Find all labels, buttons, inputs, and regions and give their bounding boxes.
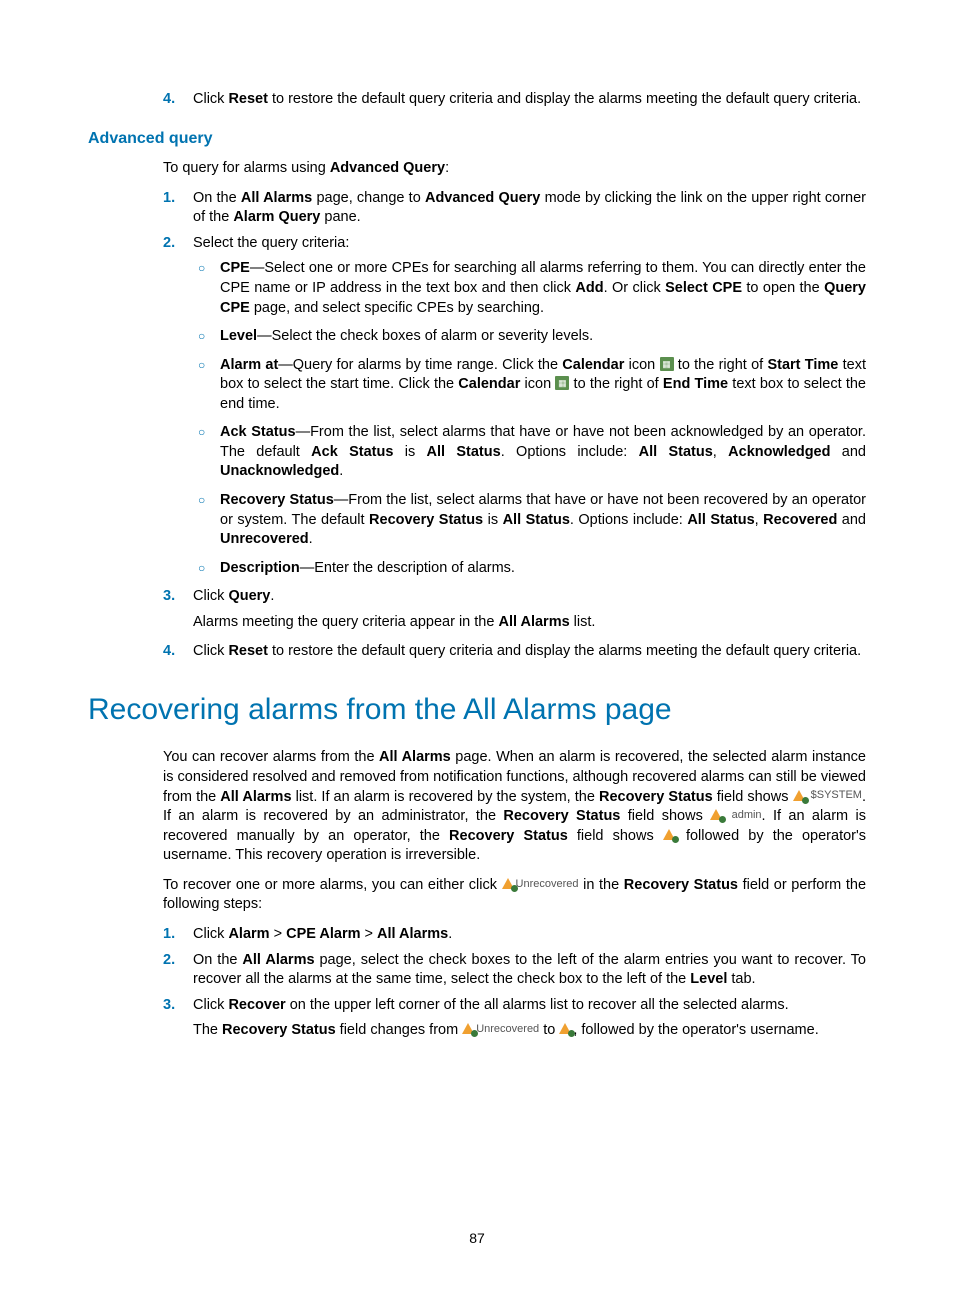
advq-step-3-note: Alarms meeting the query criteria appear…: [193, 613, 866, 633]
bullet-icon: ○: [198, 259, 220, 318]
calendar-icon: ▦: [555, 376, 569, 390]
heading-recovering-alarms: Recovering alarms from the All Alarms pa…: [88, 690, 866, 731]
recov-step-3-note: The Recovery Status field changes from U…: [193, 1021, 866, 1041]
bullet-icon: ○: [198, 559, 220, 579]
bullet-icon: ○: [198, 327, 220, 347]
list-number: 4.: [163, 90, 193, 110]
alarm-recovered-icon: [793, 790, 807, 802]
heading-advanced-query: Advanced query: [88, 128, 866, 150]
page-number: 87: [0, 1229, 954, 1248]
advq-step-2: 2. Select the query criteria:: [163, 234, 866, 254]
recov-step-1: 1. Click Alarm > CPE Alarm > All Alarms.: [163, 925, 866, 945]
advq-step-4: 4. Click Reset to restore the default qu…: [163, 642, 866, 662]
alarm-recovered-icon: [663, 829, 677, 841]
bullet-icon: ○: [198, 423, 220, 482]
criteria-cpe: ○ CPE—Select one or more CPEs for search…: [198, 259, 866, 318]
criteria-alarm-at: ○ Alarm at—Query for alarms by time rang…: [198, 356, 866, 415]
advq-step-3: 3. Click Query.: [163, 587, 866, 607]
alarm-unrecovered-icon: [462, 1023, 476, 1035]
criteria-recovery-status: ○ Recovery Status—From the list, select …: [198, 491, 866, 550]
recov-para-1: You can recover alarms from the All Alar…: [163, 748, 866, 865]
recov-step-3: 3. Click Recover on the upper left corne…: [163, 996, 866, 1016]
advq-intro: To query for alarms using Advanced Query…: [163, 159, 866, 179]
recov-step-2: 2. On the All Alarms page, select the ch…: [163, 951, 866, 990]
alarm-recovered-icon: [559, 1023, 573, 1035]
calendar-icon: ▦: [660, 357, 674, 371]
advq-step-1: 1. On the All Alarms page, change to Adv…: [163, 189, 866, 228]
bullet-icon: ○: [198, 491, 220, 550]
criteria-ack-status: ○ Ack Status—From the list, select alarm…: [198, 423, 866, 482]
alarm-recovered-icon: [710, 809, 724, 821]
criteria-description: ○ Description—Enter the description of a…: [198, 559, 866, 579]
criteria-level: ○ Level—Select the check boxes of alarm …: [198, 327, 866, 347]
recov-para-2: To recover one or more alarms, you can e…: [163, 876, 866, 915]
list-body: Click Reset to restore the default query…: [193, 90, 866, 110]
step-4-reset-top: 4. Click Reset to restore the default qu…: [163, 90, 866, 110]
alarm-unrecovered-icon: [502, 878, 516, 890]
bullet-icon: ○: [198, 356, 220, 415]
